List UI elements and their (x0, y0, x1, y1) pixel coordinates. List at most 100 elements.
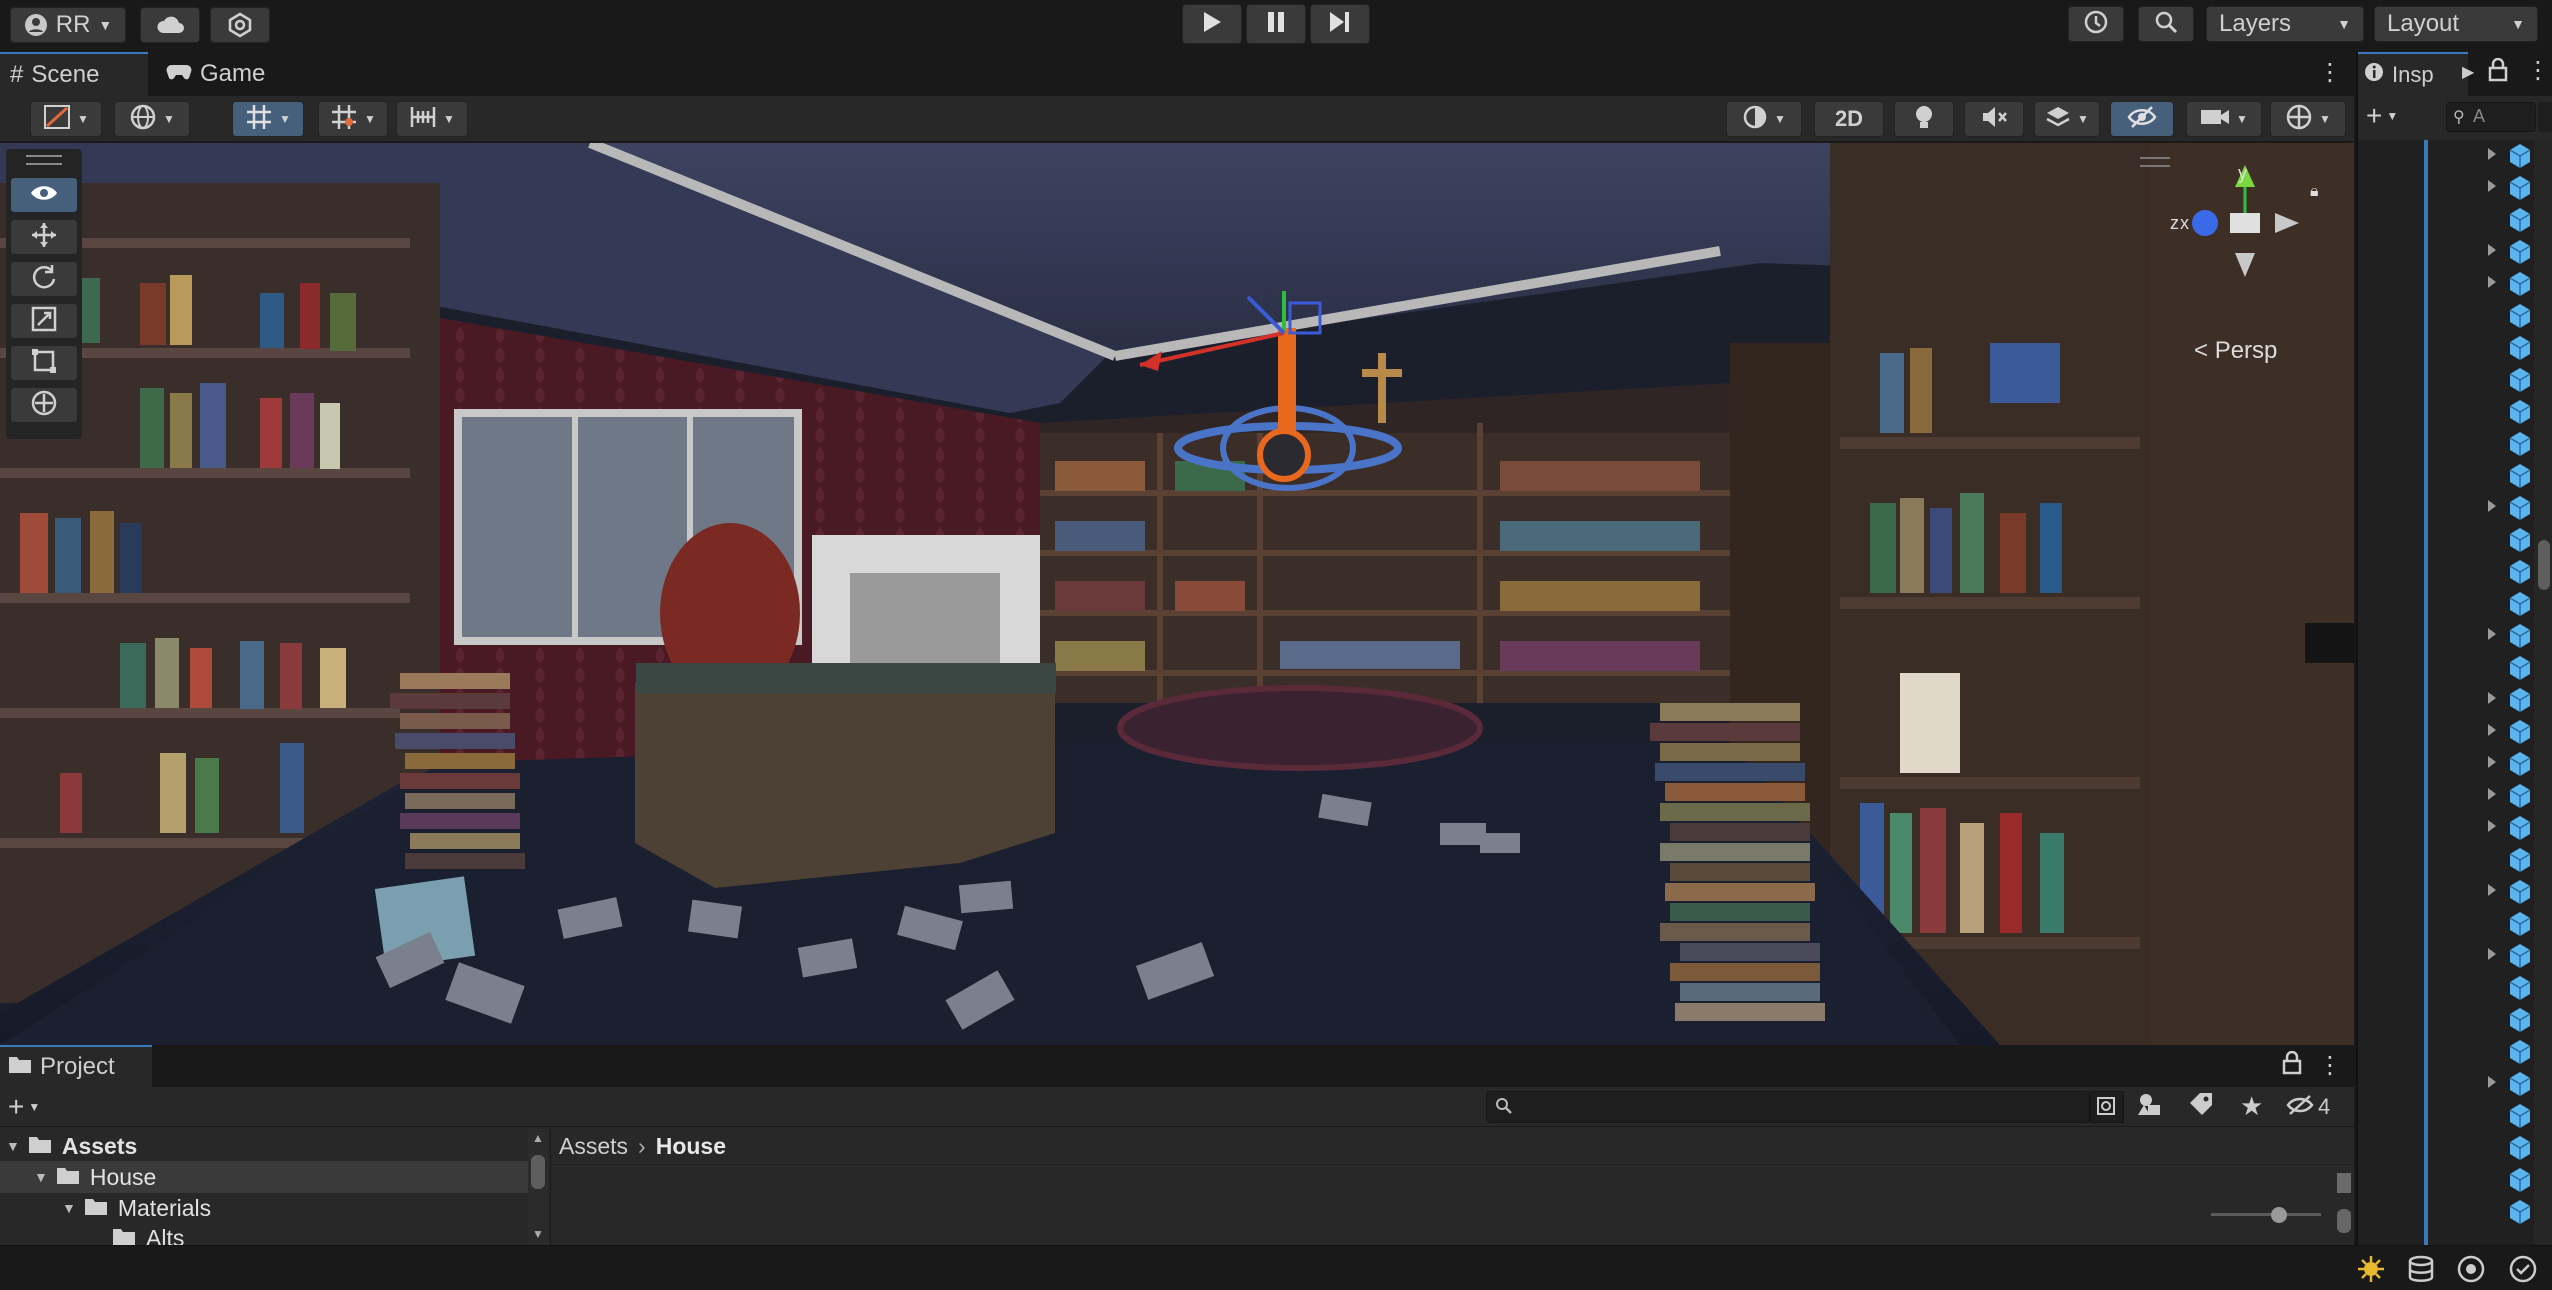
folder-icon (112, 1225, 138, 1246)
search-icon (2154, 10, 2178, 39)
debug-mode-icon[interactable] (2456, 1254, 2486, 1289)
breadcrumb-item-house[interactable]: House (656, 1133, 726, 1160)
view-tool-button[interactable] (10, 177, 78, 213)
project-search-input[interactable] (1486, 1091, 2090, 1123)
chevron-down-icon: ▼ (77, 112, 89, 126)
chevron-right-icon[interactable]: ▶ (2462, 62, 2474, 82)
tree-scrollbar[interactable]: ▲ ▼ (528, 1129, 548, 1245)
step-button[interactable] (1310, 4, 1370, 44)
chevron-down-icon: ▼ (2319, 112, 2331, 126)
gizmos-dropdown[interactable]: ▼ (2270, 101, 2346, 137)
scrollbar-thumb[interactable] (2538, 540, 2550, 590)
scale-tool-button[interactable] (10, 303, 78, 339)
more-menu-icon[interactable]: ⋮ (2526, 56, 2550, 85)
transform-icon (30, 389, 58, 422)
lock-icon[interactable] (2282, 1050, 2306, 1081)
plus-icon: + (8, 1091, 25, 1122)
effects-dropdown[interactable]: ▼ (2034, 101, 2100, 137)
collab-button[interactable] (210, 7, 270, 43)
tree-item-materials[interactable]: ▼ Materials (0, 1193, 530, 1223)
tab-scene[interactable]: # Scene (0, 52, 148, 96)
render-mode-dropdown[interactable]: ▼ (1726, 101, 1802, 137)
lighting-toggle[interactable] (1894, 101, 1954, 137)
checkmark-status-icon[interactable] (2508, 1254, 2538, 1289)
more-menu-icon[interactable]: ⋮ (2318, 58, 2342, 88)
palette-drag-handle[interactable] (26, 155, 62, 165)
overlay-drag-handle[interactable] (2140, 157, 2170, 167)
rect-tool-button[interactable] (10, 345, 78, 381)
draw-mode-icon (43, 104, 71, 135)
light-bulb-icon (1913, 104, 1935, 135)
cloud-button[interactable] (140, 7, 200, 43)
tab-project[interactable]: Project (0, 1045, 152, 1087)
projection-toggle[interactable]: < Persp (2194, 337, 2277, 365)
more-menu-icon[interactable]: ⋮ (2318, 1051, 2342, 1081)
scrollbar-thumb[interactable] (2337, 1173, 2351, 1193)
chevron-down-icon: ▼ (28, 1100, 41, 1114)
scene-viewport[interactable]: y z x 🔒︎ < Persp (0, 143, 2354, 1045)
eye-hidden-icon (2127, 105, 2157, 134)
snap-increment-dropdown[interactable]: ▼ (318, 101, 388, 137)
play-button[interactable] (1182, 4, 1242, 44)
align-dropdown[interactable]: ▼ (396, 101, 468, 137)
shading-dropdown[interactable]: ▼ (114, 101, 190, 137)
scrollbar-end-thumb[interactable] (2337, 1209, 2351, 1233)
search-by-type-button[interactable] (2090, 1091, 2124, 1123)
hidden-packages-toggle[interactable]: 4 (2286, 1091, 2346, 1123)
camera-dropdown[interactable]: ▼ (2186, 101, 2262, 137)
hierarchy-search-input[interactable]: ⚲ A (2446, 102, 2536, 132)
toggle-2d-button[interactable]: 2D (1814, 101, 1884, 137)
breadcrumb-item-assets[interactable]: Assets (559, 1133, 628, 1160)
lock-icon[interactable] (2488, 57, 2508, 87)
tab-game[interactable]: Game (160, 52, 290, 96)
search-scene-icon[interactable] (2538, 102, 2552, 132)
hierarchy-scrollbar[interactable] (2534, 140, 2552, 1245)
gamepad-icon (166, 60, 192, 88)
tree-item-alts[interactable]: Alts (0, 1223, 530, 1245)
account-dropdown[interactable]: RR ▼ (10, 7, 126, 43)
move-arrows-icon (30, 221, 58, 254)
grid-snap-toggle[interactable]: ▼ (232, 101, 304, 137)
chevron-down-icon: ▼ (2386, 109, 2399, 123)
audio-toggle[interactable] (1964, 101, 2024, 137)
create-dropdown[interactable]: + ▼ (2366, 100, 2398, 132)
chevron-down-icon: ▼ (364, 112, 376, 126)
create-dropdown[interactable]: + ▼ (8, 1091, 62, 1123)
move-tool-button[interactable] (10, 219, 78, 255)
search-icon (1495, 1097, 1513, 1120)
favorites-button[interactable]: ★ (2240, 1091, 2274, 1123)
hierarchy-toolbar: + ▼ ⚲ A (2358, 96, 2552, 140)
tree-item-label: House (89, 1163, 157, 1190)
gizmo-z-label: z (2170, 213, 2179, 233)
cache-server-icon[interactable] (2406, 1254, 2436, 1289)
lighting-bake-icon[interactable] (2356, 1254, 2386, 1289)
lock-icon[interactable]: 🔒︎ (2310, 183, 2319, 201)
layout-dropdown[interactable]: Layout ▼ (2374, 6, 2538, 42)
hierarchy-gameobject-icons (2488, 143, 2531, 1225)
breadcrumb-separator-icon: › (638, 1133, 646, 1159)
transform-tool-button[interactable] (10, 387, 78, 423)
layers-dropdown[interactable]: Layers ▼ (2206, 6, 2364, 42)
filter-by-type-button[interactable] (2136, 1091, 2170, 1123)
top-toolbar: RR ▼ Layers ▼ Layout ▼ (0, 0, 2552, 50)
scrollbar-thumb[interactable] (531, 1155, 545, 1189)
draw-mode-dropdown[interactable]: ▼ (30, 101, 102, 137)
tab-inspector[interactable]: Insp (2358, 52, 2468, 96)
transform-tool-palette (6, 149, 82, 439)
folder-tree: ▼ Assets ▼ House ▼ Materials Alts ▲ ▼ (0, 1129, 548, 1245)
zoom-slider[interactable] (2211, 1207, 2321, 1223)
tree-item-house[interactable]: ▼ House (0, 1161, 528, 1193)
tree-item-assets[interactable]: ▼ Assets (0, 1131, 530, 1161)
rotate-tool-button[interactable] (10, 261, 78, 297)
scene-visibility-toggle[interactable] (2110, 101, 2174, 137)
orientation-gizmo[interactable]: y z x 🔒︎ < Persp (2150, 163, 2340, 365)
pause-icon (1267, 11, 1285, 38)
gizmo-y-label: y (2238, 163, 2247, 183)
filter-by-label-button[interactable] (2188, 1091, 2222, 1123)
slider-thumb[interactable] (2271, 1207, 2287, 1223)
search-button[interactable] (2138, 6, 2194, 42)
pause-button[interactable] (1246, 4, 1306, 44)
undo-history-button[interactable] (2068, 6, 2124, 42)
scene-render (0, 143, 2354, 1045)
scale-icon (31, 306, 57, 337)
